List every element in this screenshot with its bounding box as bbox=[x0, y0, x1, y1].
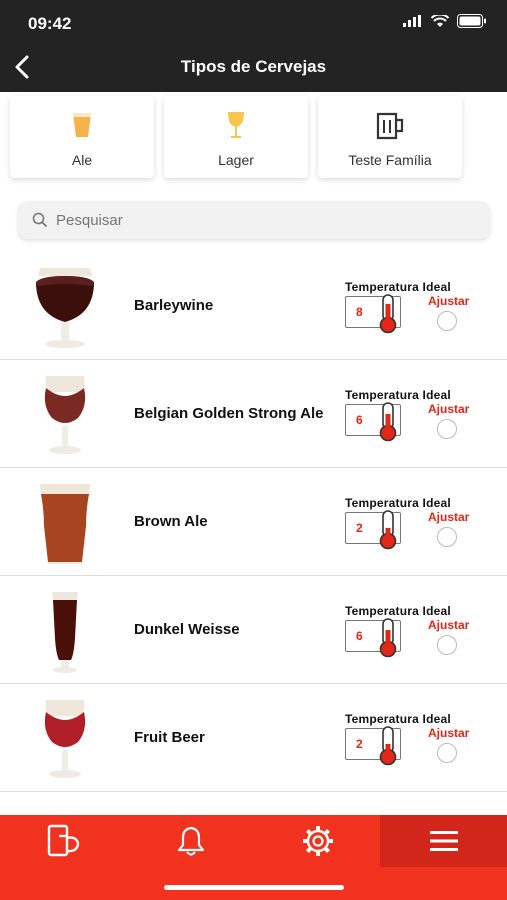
category-card-ale[interactable]: Ale bbox=[10, 96, 154, 178]
adjust-radio[interactable] bbox=[437, 743, 457, 763]
status-time: 09:42 bbox=[28, 14, 72, 33]
phone-beer-icon bbox=[47, 824, 79, 857]
pint-glass-icon bbox=[40, 484, 90, 564]
list-item[interactable]: Fruit Beer Temperatura Ideal 2 Ajustar bbox=[0, 684, 507, 792]
beer-list: Barleywine Temperatura Ideal 8 Ajustar B… bbox=[0, 252, 507, 792]
home-indicator bbox=[164, 885, 344, 890]
menu-icon bbox=[429, 831, 458, 851]
temp-value: 2 bbox=[356, 737, 363, 751]
wifi-icon bbox=[431, 14, 449, 27]
tab-beer-phone[interactable] bbox=[0, 815, 127, 867]
tulip-glass-icon bbox=[44, 700, 86, 778]
status-icons bbox=[403, 14, 487, 28]
beer-name: Belgian Golden Strong Ale bbox=[134, 404, 324, 422]
adjust-radio[interactable] bbox=[437, 311, 457, 331]
list-item[interactable]: Barleywine Temperatura Ideal 8 Ajustar bbox=[0, 252, 507, 360]
adjust-radio[interactable] bbox=[437, 635, 457, 655]
mug-icon bbox=[376, 112, 404, 140]
search-bar[interactable] bbox=[18, 201, 490, 239]
tulip-glass-icon bbox=[44, 376, 86, 454]
battery-icon bbox=[457, 14, 486, 28]
category-card-lager[interactable]: Lager bbox=[164, 96, 308, 178]
thermometer-icon bbox=[379, 618, 397, 658]
tab-settings[interactable] bbox=[254, 815, 381, 867]
thermometer-icon bbox=[379, 294, 397, 334]
thermometer-icon bbox=[379, 726, 397, 766]
tab-menu[interactable] bbox=[380, 815, 507, 867]
thermometer-icon bbox=[379, 510, 397, 550]
beer-name: Brown Ale bbox=[134, 512, 208, 530]
temp-value: 6 bbox=[356, 629, 363, 643]
temp-title: Temperatura Ideal bbox=[345, 604, 451, 618]
temp-title: Temperatura Ideal bbox=[345, 712, 451, 726]
adjust-label: Ajustar bbox=[428, 618, 470, 632]
adjust-radio[interactable] bbox=[437, 527, 457, 547]
beer-name: Barleywine bbox=[134, 296, 214, 314]
temp-value: 2 bbox=[356, 521, 363, 535]
adjust-label: Ajustar bbox=[428, 726, 470, 740]
temp-value: 8 bbox=[356, 305, 363, 319]
gear-icon bbox=[302, 826, 333, 856]
temp-display: 6 bbox=[345, 402, 401, 442]
adjust-label: Ajustar bbox=[428, 402, 470, 416]
search-input[interactable] bbox=[54, 210, 458, 230]
category-label: Lager bbox=[218, 152, 254, 168]
weizen-glass-icon bbox=[52, 592, 78, 673]
temp-display: 2 bbox=[345, 726, 401, 766]
adjust-label: Ajustar bbox=[428, 510, 470, 524]
category-label: Teste Família bbox=[348, 152, 432, 168]
beer-name: Dunkel Weisse bbox=[134, 620, 240, 638]
list-item[interactable]: Brown Ale Temperatura Ideal 2 Ajustar bbox=[0, 468, 507, 576]
temp-title: Temperatura Ideal bbox=[345, 280, 451, 294]
category-label: Ale bbox=[71, 152, 93, 168]
snifter-glass-icon bbox=[36, 268, 94, 348]
page-title: Tipos de Cervejas bbox=[180, 57, 327, 76]
tab-notifications[interactable] bbox=[127, 815, 254, 867]
adjust-radio[interactable] bbox=[437, 419, 457, 439]
list-item[interactable]: Belgian Golden Strong Ale Temperatura Id… bbox=[0, 360, 507, 468]
temp-title: Temperatura Ideal bbox=[345, 496, 451, 510]
temp-value: 6 bbox=[356, 413, 363, 427]
temp-display: 2 bbox=[345, 510, 401, 550]
temp-title: Temperatura Ideal bbox=[345, 388, 451, 402]
adjust-label: Ajustar bbox=[428, 294, 470, 308]
thermometer-icon bbox=[379, 402, 397, 442]
temp-display: 8 bbox=[345, 294, 401, 334]
signal-icon bbox=[403, 15, 421, 27]
temp-display: 6 bbox=[345, 618, 401, 658]
category-card-teste-familia[interactable]: Teste Família bbox=[318, 96, 462, 178]
app-header: 09:42 Tipos de Cervejas bbox=[0, 0, 507, 92]
category-cards: Ale Lager Teste Família bbox=[10, 96, 497, 178]
bell-icon bbox=[177, 826, 204, 856]
beer-name: Fruit Beer bbox=[134, 728, 205, 746]
lager-glass-icon bbox=[228, 112, 244, 138]
search-icon bbox=[32, 212, 48, 228]
list-item[interactable]: Dunkel Weisse Temperatura Ideal 6 Ajusta… bbox=[0, 576, 507, 684]
ale-glass-icon bbox=[73, 113, 91, 137]
